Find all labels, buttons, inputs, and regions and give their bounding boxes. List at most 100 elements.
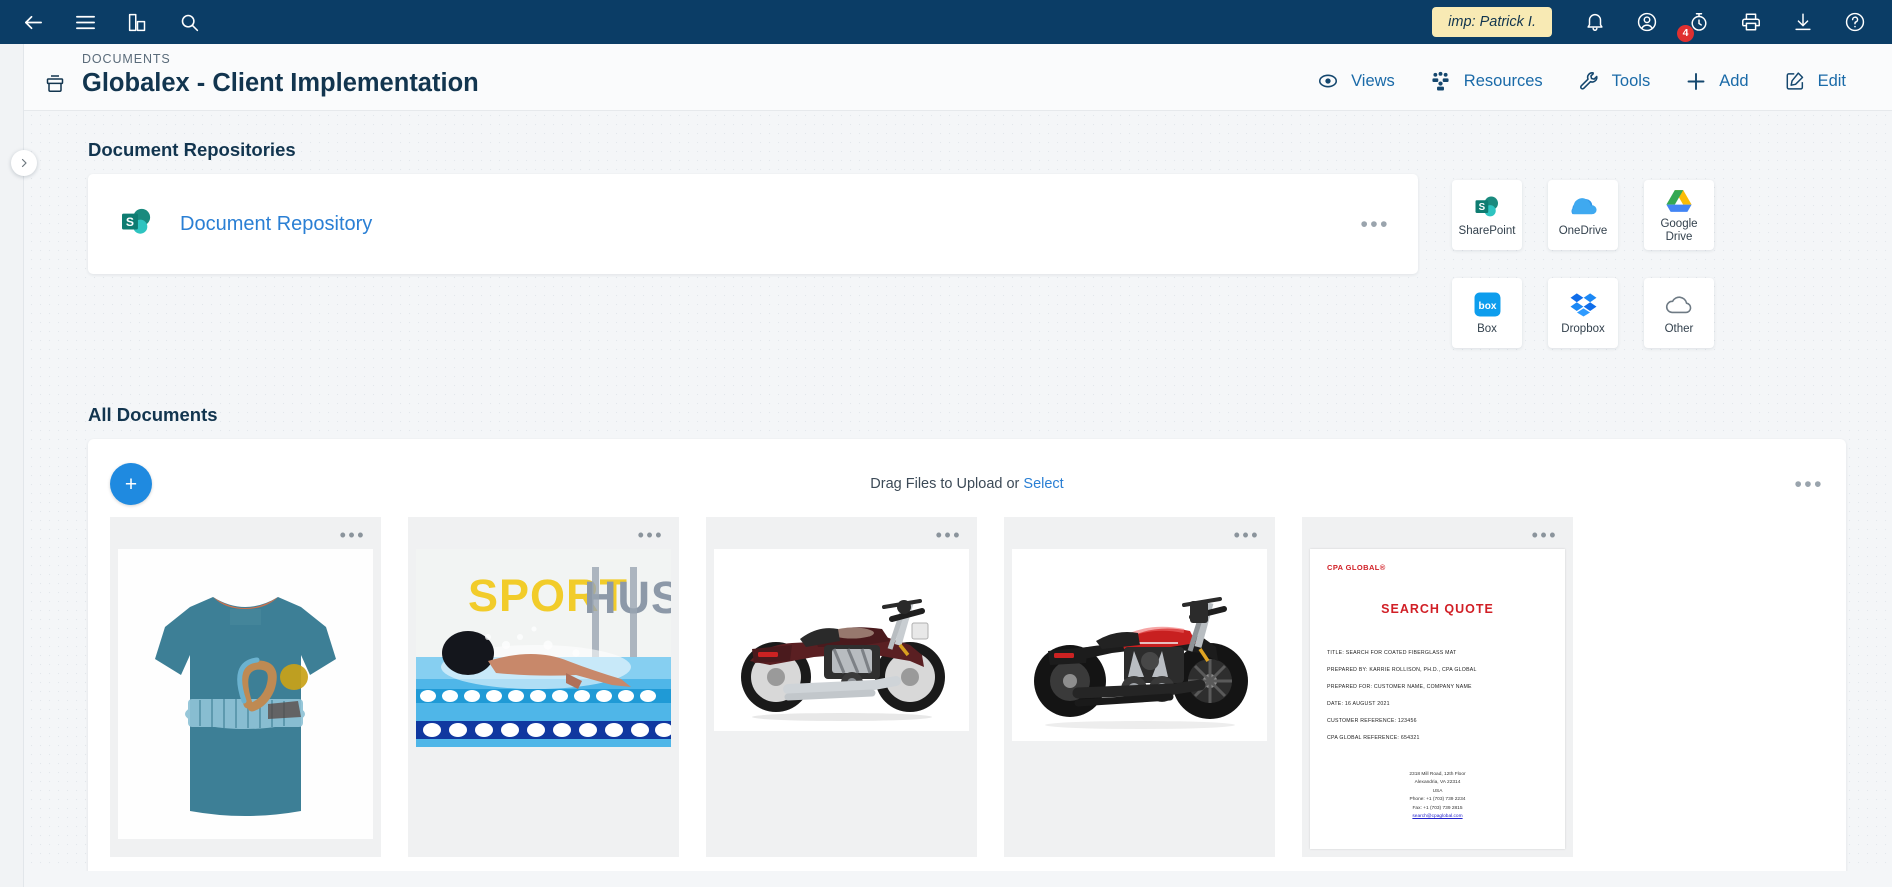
provider-sharepoint[interactable]: S SharePoint [1452,180,1522,250]
quote-footer-line: Fax: +1 (703) 739 2815 [1412,805,1463,811]
dropbox-icon [1570,291,1597,319]
printer-icon[interactable] [1738,9,1764,35]
search-icon[interactable] [176,9,202,35]
documents-overflow-menu[interactable]: ••• [1794,474,1824,495]
quote-field: PREPARED BY: KARRIE ROLLISON, PH.D., CPA… [1327,667,1477,673]
add-label: Add [1719,71,1749,90]
documents-section-title: All Documents [88,404,218,425]
tools-label: Tools [1611,71,1651,90]
page-title: Globalex - Client Implementation [82,69,479,97]
quote-footer-line: Alexandria, VA 22314 [1414,780,1461,786]
eye-icon [1316,69,1340,93]
topbar-left-icons [14,9,202,35]
documents-toolbar: + Drag Files to Upload or Select ••• [110,457,1824,511]
svg-text:S: S [1478,202,1485,213]
motorcycle-red-thumbnail[interactable]: ••• [1004,517,1275,857]
quote-heading: SEARCH QUOTE [1381,602,1494,616]
quote-footer-line: 2318 Mill Road, 12th Floor [1409,772,1466,777]
add-document-button[interactable]: + [110,463,152,505]
thumbnail-overflow-menu[interactable]: ••• [638,526,664,544]
provider-label: Dropbox [1561,322,1605,335]
provider-label: Box [1477,322,1497,335]
box-icon: box [1474,291,1501,319]
thumbnail-overflow-menu[interactable]: ••• [936,526,962,544]
top-navbar: imp: Patrick I. 4 [0,0,1892,44]
tools-button[interactable]: Tools [1577,69,1651,93]
pencil-square-icon [1783,69,1807,93]
sharepoint-icon: S [1474,193,1501,221]
motorcycle-maroon-thumbnail[interactable]: ••• [706,517,977,857]
quote-field: CPA GLOBAL REFERENCE: 654321 [1327,735,1420,741]
provider-box[interactable]: box Box [1452,278,1522,348]
provider-dropbox[interactable]: Dropbox [1548,278,1618,348]
plus-icon [1684,69,1708,93]
cloud-provider-grid: S SharePoint OneDrive Google Drive box B… [1452,174,1714,348]
quote-footer-line: USA [1432,788,1443,794]
quote-fields: TITLE: SEARCH FOR COATED FIBERGLASS MAT … [1327,650,1548,741]
provider-label: OneDrive [1558,224,1608,237]
matter-briefcase-icon [42,71,68,97]
quote-field: CUSTOMER REFERENCE: 123456 [1327,718,1417,724]
quote-footer-email[interactable]: search@cpaglobal.com [1327,813,1548,821]
timer-count-badge: 4 [1677,25,1694,42]
sidebar-expand-toggle[interactable] [11,150,37,176]
timer-icon[interactable]: 4 [1677,9,1712,42]
add-button[interactable]: Add [1684,69,1749,93]
quote-field: TITLE: SEARCH FOR COATED FIBERGLASS MAT [1327,650,1457,656]
drag-drop-hint: Drag Files to Upload or Select [110,476,1824,492]
tshirt-thumbnail[interactable]: ••• [110,517,381,857]
wrench-icon [1577,69,1601,93]
provider-google-drive[interactable]: Google Drive [1644,180,1714,250]
download-icon[interactable] [1790,9,1816,35]
impersonation-badge[interactable]: imp: Patrick I. [1432,7,1552,37]
document-repository-link[interactable]: Document Repository [180,213,372,236]
thumbnail-overflow-menu[interactable]: ••• [1234,526,1260,544]
svg-text:S: S [126,215,134,229]
page-header-actions: Views Resources Tools Add Edit [1316,69,1892,98]
page-header-left: DOCUMENTS Globalex - Client Implementati… [0,52,479,98]
edit-button[interactable]: Edit [1783,69,1846,93]
chevron-right-icon [21,158,27,168]
dashboard-chart-icon[interactable] [124,9,150,35]
hamburger-menu-icon[interactable] [72,9,98,35]
provider-label: SharePoint [1458,224,1516,237]
repository-overflow-menu[interactable]: ••• [1360,214,1390,235]
svg-text:box: box [1478,301,1496,312]
main-content: Document Repositories S Document Reposit… [0,111,1892,871]
select-files-link[interactable]: Select [1023,476,1063,492]
help-icon[interactable] [1842,9,1868,35]
documents-card: + Drag Files to Upload or Select ••• ••• [88,439,1846,871]
search-quote-document-thumbnail[interactable]: ••• CPA GLOBAL® SEARCH QUOTE TITLE: SEAR… [1302,517,1573,857]
provider-label: Other [1664,322,1694,335]
views-label: Views [1351,71,1395,90]
topbar-right-icons: imp: Patrick I. 4 [1432,7,1878,42]
repositories-row: S Document Repository ••• S SharePoint O… [88,174,1846,348]
quote-field: DATE: 16 AUGUST 2021 [1327,701,1390,707]
provider-onedrive[interactable]: OneDrive [1548,180,1618,250]
document-thumbnail-grid: ••• ••• SPORT H S ••• ••• ••• CPA GLOBAL… [110,517,1824,857]
sharepoint-icon: S [120,207,154,242]
quote-field: PREPARED FOR: CUSTOMER NAME, COMPANY NAM… [1327,684,1472,690]
google-drive-icon [1666,186,1692,214]
breadcrumb[interactable]: DOCUMENTS [42,52,479,66]
resources-label: Resources [1463,71,1543,90]
swimmer-thumbnail[interactable]: ••• SPORT HUS [408,517,679,857]
user-account-icon[interactable] [1634,9,1660,35]
provider-label: Google Drive [1660,218,1698,243]
repositories-section-title: Document Repositories [88,139,296,160]
thumbnail-overflow-menu[interactable]: ••• [340,526,366,544]
title-row: Globalex - Client Implementation [42,69,479,98]
provider-other[interactable]: Other [1644,278,1714,348]
back-arrow-icon[interactable] [20,9,46,35]
bell-notification-icon[interactable] [1582,9,1608,35]
quote-brand: CPA GLOBAL® [1327,563,1386,572]
drag-drop-text: Drag Files to Upload or [870,476,1020,492]
views-button[interactable]: Views [1316,69,1395,93]
resources-button[interactable]: Resources [1429,69,1543,93]
cloud-other-icon [1665,291,1693,319]
document-repository-card[interactable]: S Document Repository ••• [88,174,1418,274]
page-wrap: DOCUMENTS Globalex - Client Implementati… [0,44,1892,887]
quote-footer: 2318 Mill Road, 12th Floor Alexandria, V… [1327,771,1548,821]
thumbnail-overflow-menu[interactable]: ••• [1532,526,1558,544]
quote-footer-line: Phone: +1 (703) 739 2234 [1409,797,1466,803]
